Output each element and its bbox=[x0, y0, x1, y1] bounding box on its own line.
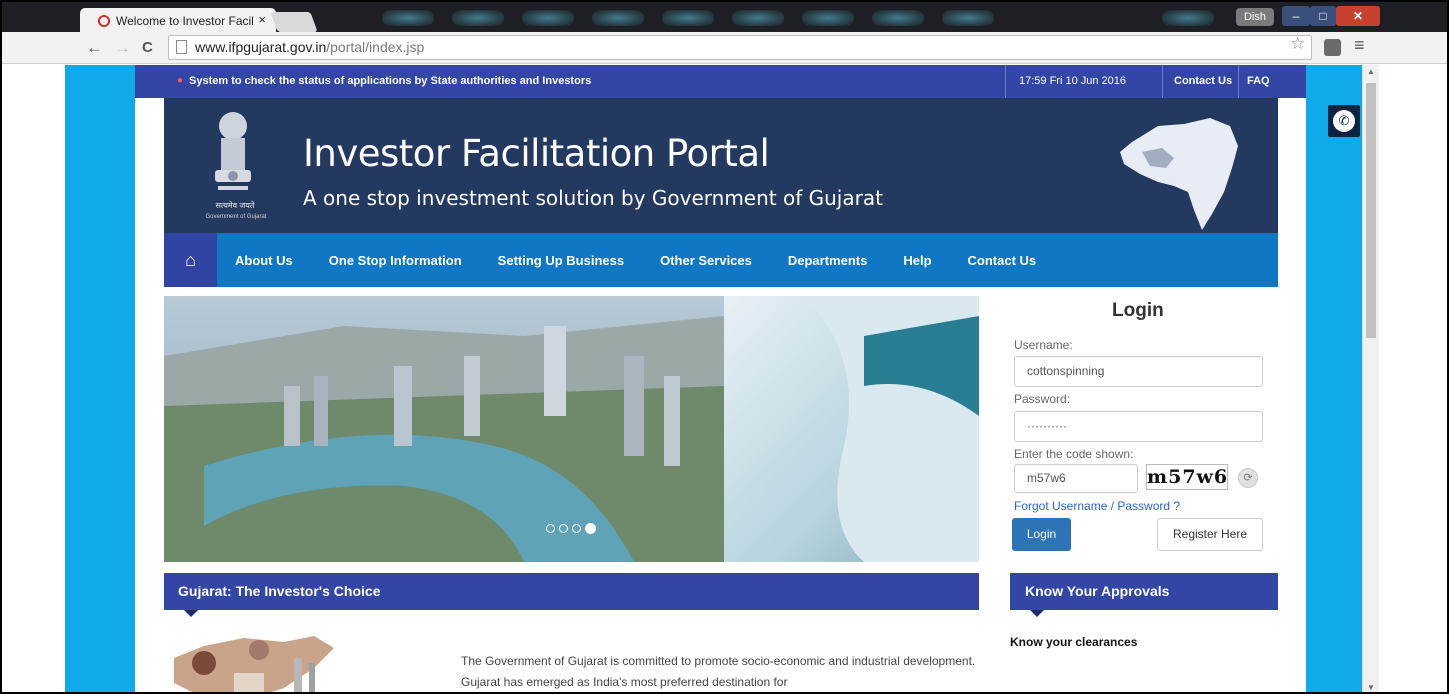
profile-button[interactable]: Dish bbox=[1236, 8, 1274, 26]
maximize-button[interactable]: □ bbox=[1310, 6, 1336, 26]
forward-arrow-icon[interactable]: → bbox=[114, 38, 131, 58]
portal-subtitle: A one stop investment solution by Govern… bbox=[303, 186, 883, 210]
intro-paragraph: The Government of Gujarat is committed t… bbox=[461, 654, 976, 689]
new-tab-button[interactable] bbox=[270, 12, 318, 32]
taskbar-thumbnail bbox=[522, 10, 574, 26]
password-label: Password: bbox=[1014, 392, 1071, 406]
ticker-bullet-icon: ● bbox=[177, 75, 184, 86]
taskbar-thumbnail bbox=[662, 10, 714, 26]
nav-one-stop-information[interactable]: One Stop Information bbox=[311, 253, 480, 268]
taskbar-thumbnail bbox=[382, 10, 434, 26]
taskbar-thumbnail bbox=[1162, 10, 1214, 26]
slider-pagination bbox=[546, 523, 596, 534]
nav-departments[interactable]: Departments bbox=[770, 253, 885, 268]
slider-dot[interactable] bbox=[546, 524, 555, 533]
page-viewport: ✆ ▲ ▼ ● System to check the status of ap… bbox=[2, 65, 1447, 692]
refresh-captcha-icon[interactable]: ⟳ bbox=[1238, 468, 1258, 488]
home-icon[interactable]: ⌂ bbox=[164, 233, 217, 287]
page-background-right bbox=[1306, 65, 1362, 692]
header-banner: सत्यमेव जयते Government of Gujarat Inves… bbox=[164, 98, 1278, 233]
tab-title: Welcome to Investor Facil bbox=[116, 14, 254, 28]
captcha-image: m57w6 bbox=[1146, 464, 1229, 490]
emblem-caption: Government of Gujarat bbox=[205, 214, 267, 220]
taskbar-thumbnail bbox=[942, 10, 994, 26]
close-window-button[interactable]: ✕ bbox=[1336, 6, 1380, 26]
scroll-up-arrow-icon[interactable]: ▲ bbox=[1367, 67, 1375, 76]
reload-icon[interactable]: C bbox=[142, 39, 153, 56]
gujarat-collage-image bbox=[174, 636, 334, 692]
header-notch bbox=[184, 610, 198, 617]
taskbar-thumbnail bbox=[872, 10, 924, 26]
divider bbox=[1162, 65, 1163, 98]
minimize-button[interactable]: – bbox=[1282, 6, 1310, 26]
top-info-strip: ● System to check the status of applicat… bbox=[135, 65, 1306, 98]
gujarat-map-icon bbox=[1120, 118, 1238, 230]
date-time: 17:59 Fri 10 Jun 2016 bbox=[1019, 75, 1127, 87]
news-ticker[interactable]: System to check the status of applicatio… bbox=[189, 75, 591, 87]
username-label: Username: bbox=[1014, 338, 1073, 352]
slider-image bbox=[164, 296, 979, 562]
investors-choice-title: Gujarat: The Investor's Choice bbox=[178, 583, 381, 599]
nav-help[interactable]: Help bbox=[885, 253, 949, 268]
login-title-text: Login bbox=[1112, 300, 1164, 321]
browser-menu-icon[interactable]: ≡ bbox=[1354, 35, 1365, 56]
know-your-approvals-title: Know Your Approvals bbox=[1025, 583, 1170, 599]
emblem-motto: सत्यमेव जयते bbox=[215, 201, 255, 210]
taskbar-thumbnail bbox=[802, 10, 854, 26]
image-slider[interactable] bbox=[164, 296, 979, 562]
browser-window: Welcome to Investor Facil × Dish – □ ✕ ←… bbox=[0, 0, 1449, 694]
forgot-password-link[interactable]: Forgot Username / Password ? bbox=[1014, 499, 1180, 513]
nav-about-us[interactable]: About Us bbox=[217, 253, 311, 268]
contact-us-link[interactable]: Contact Us bbox=[1174, 75, 1232, 87]
page-icon bbox=[176, 40, 187, 54]
phone-icon-button[interactable]: ✆ bbox=[1328, 105, 1360, 137]
divider bbox=[1005, 65, 1006, 98]
tab-close-icon[interactable]: × bbox=[258, 12, 266, 27]
login-button[interactable]: Login bbox=[1012, 518, 1071, 551]
username-input[interactable]: cottonspinning bbox=[1014, 356, 1263, 387]
slider-dot[interactable] bbox=[572, 524, 581, 533]
portal-title: Investor Facilitation Portal bbox=[303, 132, 770, 175]
header-notch bbox=[1030, 610, 1044, 617]
investors-choice-header: Gujarat: The Investor's Choice bbox=[164, 573, 979, 617]
faq-link[interactable]: FAQ bbox=[1247, 75, 1270, 87]
extension-icon[interactable] bbox=[1324, 39, 1341, 56]
phone-icon: ✆ bbox=[1333, 110, 1355, 132]
login-panel: Login Username: cottonspinning Password:… bbox=[1012, 296, 1264, 566]
browser-tab[interactable]: Welcome to Investor Facil × bbox=[80, 8, 276, 34]
register-button[interactable]: Register Here bbox=[1157, 518, 1263, 551]
site-favicon-icon bbox=[98, 15, 110, 27]
scrollbar[interactable]: ▲ ▼ bbox=[1362, 65, 1379, 692]
captcha-label: Enter the code shown: bbox=[1014, 447, 1134, 461]
bookmark-star-icon[interactable]: ☆ bbox=[1290, 34, 1305, 54]
url-path: /portal/index.jsp bbox=[326, 39, 425, 55]
taskbar-thumbnail bbox=[592, 10, 644, 26]
scroll-thumb[interactable] bbox=[1366, 83, 1376, 338]
address-bar[interactable]: www.ifpgujarat.gov.in/portal/index.jsp bbox=[168, 35, 1312, 60]
nav-other-services[interactable]: Other Services bbox=[642, 253, 770, 268]
url-host: www.ifpgujarat.gov.in bbox=[195, 39, 327, 55]
title-bar: Welcome to Investor Facil × Dish – □ ✕ bbox=[2, 2, 1447, 34]
slider-dot-active[interactable] bbox=[585, 523, 596, 534]
captcha-input[interactable]: m57w6 bbox=[1014, 464, 1138, 493]
divider bbox=[1238, 65, 1239, 98]
know-clearances-heading: Know your clearances bbox=[1010, 635, 1138, 649]
main-navigation: ⌂ About Us One Stop Information Setting … bbox=[164, 233, 1278, 287]
taskbar-thumbnail bbox=[732, 10, 784, 26]
know-your-approvals-header: Know Your Approvals bbox=[1010, 573, 1278, 617]
password-input[interactable]: ·········· bbox=[1014, 411, 1263, 442]
scroll-down-arrow-icon[interactable]: ▼ bbox=[1367, 683, 1375, 692]
state-emblem-icon bbox=[215, 112, 251, 190]
page-background-left bbox=[65, 65, 135, 692]
slider-dot[interactable] bbox=[559, 524, 568, 533]
nav-setting-up-business[interactable]: Setting Up Business bbox=[480, 253, 642, 268]
taskbar-thumbnail bbox=[452, 10, 504, 26]
nav-contact-us[interactable]: Contact Us bbox=[950, 253, 1055, 268]
browser-toolbar: ← → C www.ifpgujarat.gov.in/portal/index… bbox=[2, 32, 1447, 64]
back-arrow-icon[interactable]: ← bbox=[86, 38, 103, 58]
